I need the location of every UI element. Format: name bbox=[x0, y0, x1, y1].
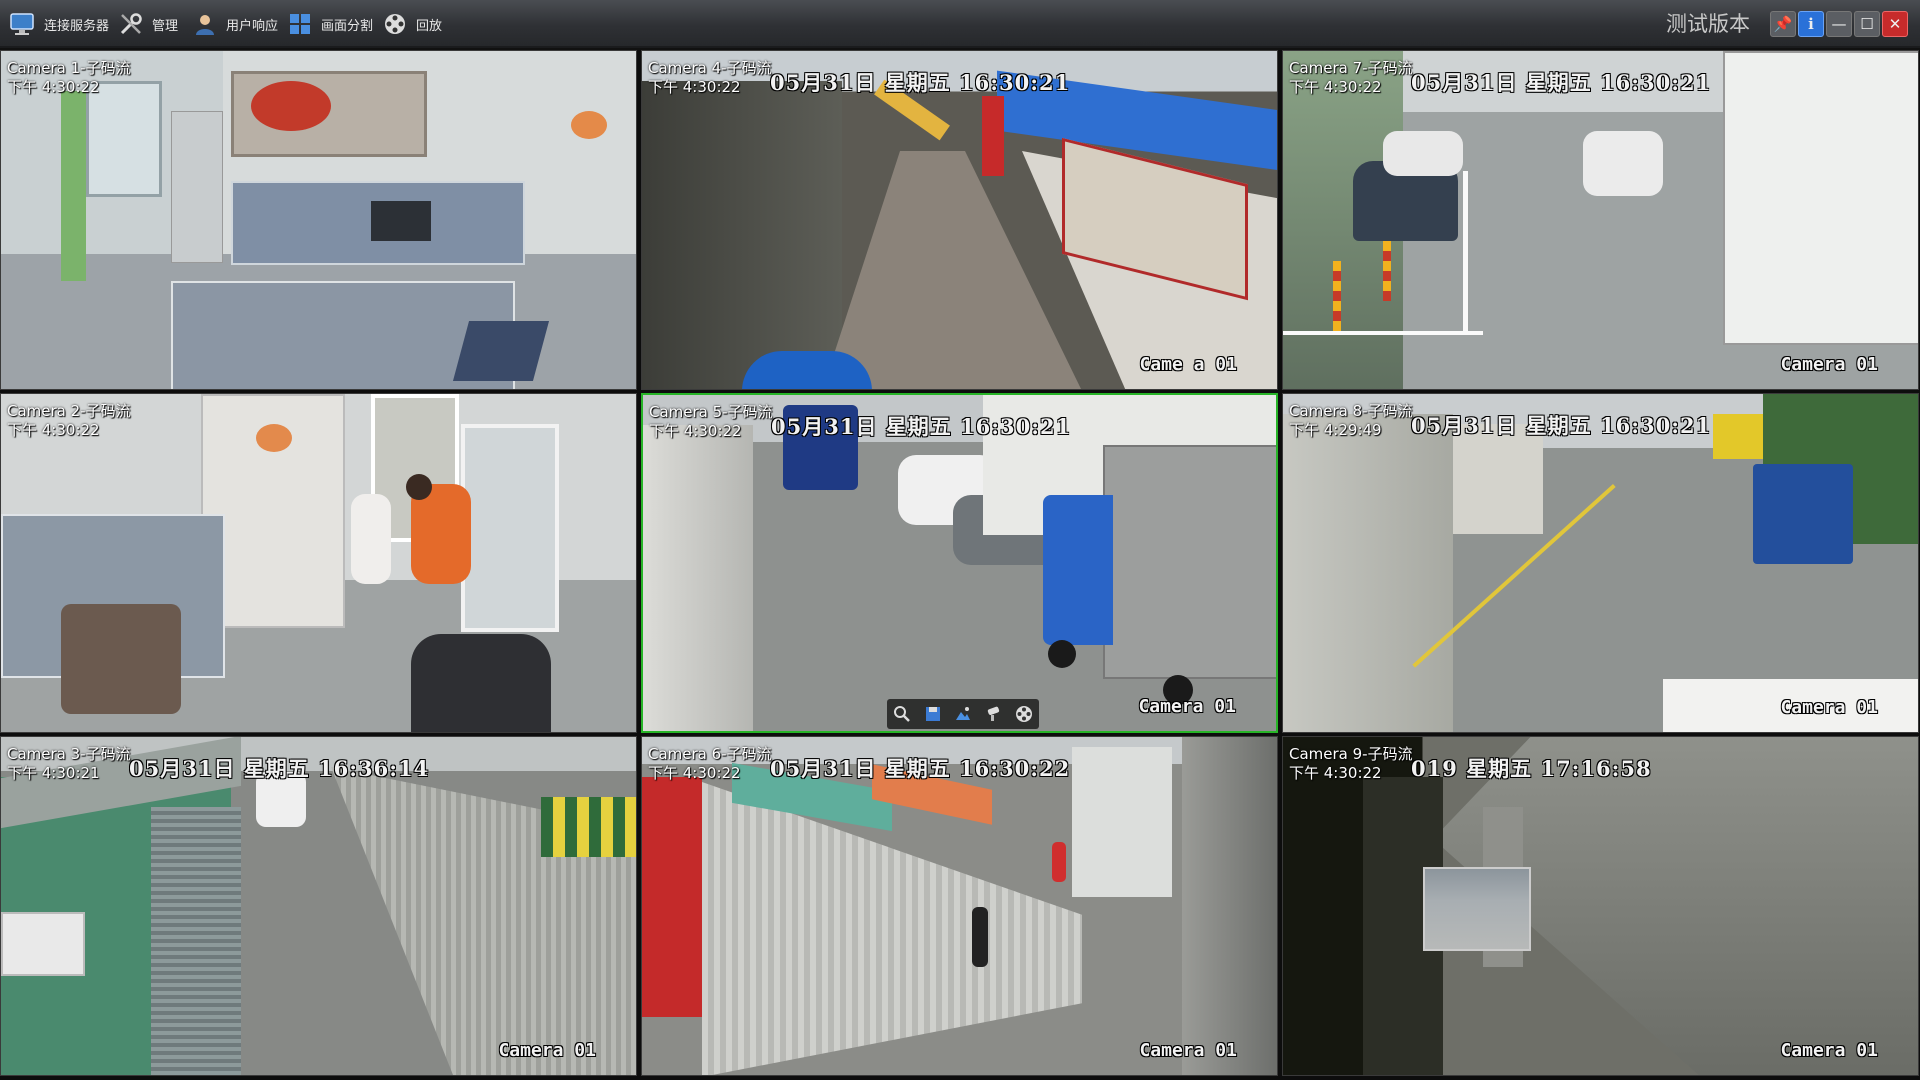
camera-time: 下午 4:30:22 bbox=[649, 422, 742, 440]
camera-name: Camera 1-子码流 bbox=[7, 59, 131, 77]
camera-tile-8[interactable]: 05月31日 星期五 16:30:21 Camera 8-子码流 下午 4:29… bbox=[1282, 393, 1919, 733]
camera-time: 下午 4:30:22 bbox=[7, 78, 100, 96]
picture-in-picture[interactable] bbox=[1423, 867, 1531, 951]
camera-tile-4[interactable]: 05月31日 星期五 16:30:21 Camera 4-子码流 下午 4:30… bbox=[641, 50, 1278, 390]
film-reel-icon[interactable] bbox=[1013, 703, 1035, 725]
camera-name: Camera 2-子码流 bbox=[7, 402, 131, 420]
camera-tile-5[interactable]: 05月31日 星期五 16:30:21 Camera 5-子码流 下午 4:30… bbox=[641, 393, 1278, 733]
camera-name: Camera 9-子码流 bbox=[1289, 745, 1413, 763]
user-response-label: 用户响应 bbox=[226, 18, 279, 34]
camera-tile-6[interactable]: 05月31日 星期五 16:30:22 Camera 6-子码流 下午 4:30… bbox=[641, 736, 1278, 1076]
camera-time: 下午 4:30:22 bbox=[1289, 78, 1382, 96]
camera-feed bbox=[642, 51, 1277, 389]
camera-tile-2[interactable]: Camera 2-子码流 下午 4:30:22 bbox=[0, 393, 637, 733]
osd-datetime: 05月31日 星期五 16:30:21 bbox=[770, 70, 1071, 95]
camera-time: 下午 4:29:49 bbox=[1289, 421, 1382, 439]
screen-split-label: 画面分割 bbox=[321, 18, 374, 34]
snapshot-icon[interactable] bbox=[952, 703, 974, 725]
info-button[interactable]: i bbox=[1798, 11, 1824, 37]
camera-tile-3[interactable]: 05月31日 星期五 16:36:14 Camera 3-子码流 下午 4:30… bbox=[0, 736, 637, 1076]
maximize-icon: ☐ bbox=[1860, 15, 1874, 33]
grid-split-icon bbox=[287, 11, 313, 37]
pin-icon: 📌 bbox=[1773, 15, 1793, 33]
camera-feed bbox=[1, 51, 636, 389]
camera-feed bbox=[1, 394, 636, 732]
osd-datetime: 019 星期五 17:16:58 bbox=[1411, 756, 1652, 781]
pin-button[interactable]: 📌 bbox=[1770, 11, 1796, 37]
top-toolbar: 连接服务器 管理 用户响应 画面分割 回放 测试版本 📌 i — ☐ ✕ bbox=[0, 0, 1920, 48]
playback-label: 回放 bbox=[416, 18, 443, 34]
user-icon bbox=[192, 11, 218, 37]
video-grid: Camera 1-子码流 下午 4:30:22 05月31日 星期五 16:30… bbox=[0, 50, 1920, 1080]
ptz-icon[interactable] bbox=[982, 703, 1004, 725]
screen-split-button[interactable]: 画面分割 bbox=[287, 0, 373, 48]
playback-control-bar bbox=[887, 699, 1039, 729]
osd-datetime: 05月31日 星期五 16:30:21 bbox=[1411, 413, 1712, 438]
camera-time: 下午 4:30:22 bbox=[648, 764, 741, 782]
osd-camera-label: Camera 01 bbox=[498, 1040, 596, 1061]
connect-server-button[interactable]: 连接服务器 bbox=[10, 0, 109, 48]
camera-name: Camera 8-子码流 bbox=[1289, 402, 1413, 420]
manage-label: 管理 bbox=[152, 18, 179, 34]
camera-tile-9[interactable]: 019 星期五 17:16:58 Camera 9-子码流 下午 4:30:22… bbox=[1282, 736, 1919, 1076]
camera-feed bbox=[642, 737, 1277, 1075]
save-icon[interactable] bbox=[922, 703, 944, 725]
osd-datetime: 05月31日 星期五 16:36:14 bbox=[129, 756, 430, 781]
camera-name: Camera 6-子码流 bbox=[648, 745, 772, 763]
camera-name: Camera 5-子码流 bbox=[649, 403, 773, 421]
osd-camera-label: Camera 01 bbox=[1139, 1040, 1237, 1061]
osd-camera-label: Camera 01 bbox=[1780, 354, 1878, 375]
info-icon: i bbox=[1808, 15, 1814, 33]
camera-name: Camera 4-子码流 bbox=[648, 59, 772, 77]
film-reel-icon bbox=[382, 11, 408, 37]
camera-tile-1[interactable]: Camera 1-子码流 下午 4:30:22 bbox=[0, 50, 637, 390]
close-icon: ✕ bbox=[1888, 15, 1902, 33]
camera-feed bbox=[643, 395, 1276, 731]
osd-camera-label: Camera 01 bbox=[1780, 697, 1878, 718]
camera-feed bbox=[1283, 51, 1918, 389]
tools-icon bbox=[118, 11, 144, 37]
camera-feed bbox=[1283, 394, 1918, 732]
osd-datetime: 05月31日 星期五 16:30:21 bbox=[1411, 70, 1712, 95]
version-label: 测试版本 bbox=[1666, 12, 1750, 36]
osd-datetime: 05月31日 星期五 16:30:21 bbox=[771, 414, 1072, 439]
playback-button[interactable]: 回放 bbox=[382, 0, 442, 48]
camera-time: 下午 4:30:22 bbox=[648, 78, 741, 96]
camera-feed bbox=[1283, 737, 1918, 1075]
monitor-connect-icon bbox=[10, 11, 36, 37]
manage-button[interactable]: 管理 bbox=[118, 0, 178, 48]
camera-name: Camera 7-子码流 bbox=[1289, 59, 1413, 77]
user-response-button[interactable]: 用户响应 bbox=[192, 0, 278, 48]
osd-camera-label: Came a 01 bbox=[1139, 354, 1237, 375]
osd-camera-label: Camera 01 bbox=[1138, 696, 1236, 717]
camera-tile-7[interactable]: 05月31日 星期五 16:30:21 Camera 7-子码流 下午 4:30… bbox=[1282, 50, 1919, 390]
osd-datetime: 05月31日 星期五 16:30:22 bbox=[770, 756, 1071, 781]
camera-name: Camera 3-子码流 bbox=[7, 745, 131, 763]
camera-feed bbox=[1, 737, 636, 1075]
camera-time: 下午 4:30:21 bbox=[7, 764, 100, 782]
connect-server-label: 连接服务器 bbox=[44, 18, 110, 34]
close-button[interactable]: ✕ bbox=[1882, 11, 1908, 37]
maximize-button[interactable]: ☐ bbox=[1854, 11, 1880, 37]
camera-time: 下午 4:30:22 bbox=[7, 421, 100, 439]
minimize-icon: — bbox=[1831, 15, 1847, 33]
camera-time: 下午 4:30:22 bbox=[1289, 764, 1382, 782]
minimize-button[interactable]: — bbox=[1826, 11, 1852, 37]
zoom-icon[interactable] bbox=[891, 703, 913, 725]
osd-camera-label: Camera 01 bbox=[1780, 1040, 1878, 1061]
